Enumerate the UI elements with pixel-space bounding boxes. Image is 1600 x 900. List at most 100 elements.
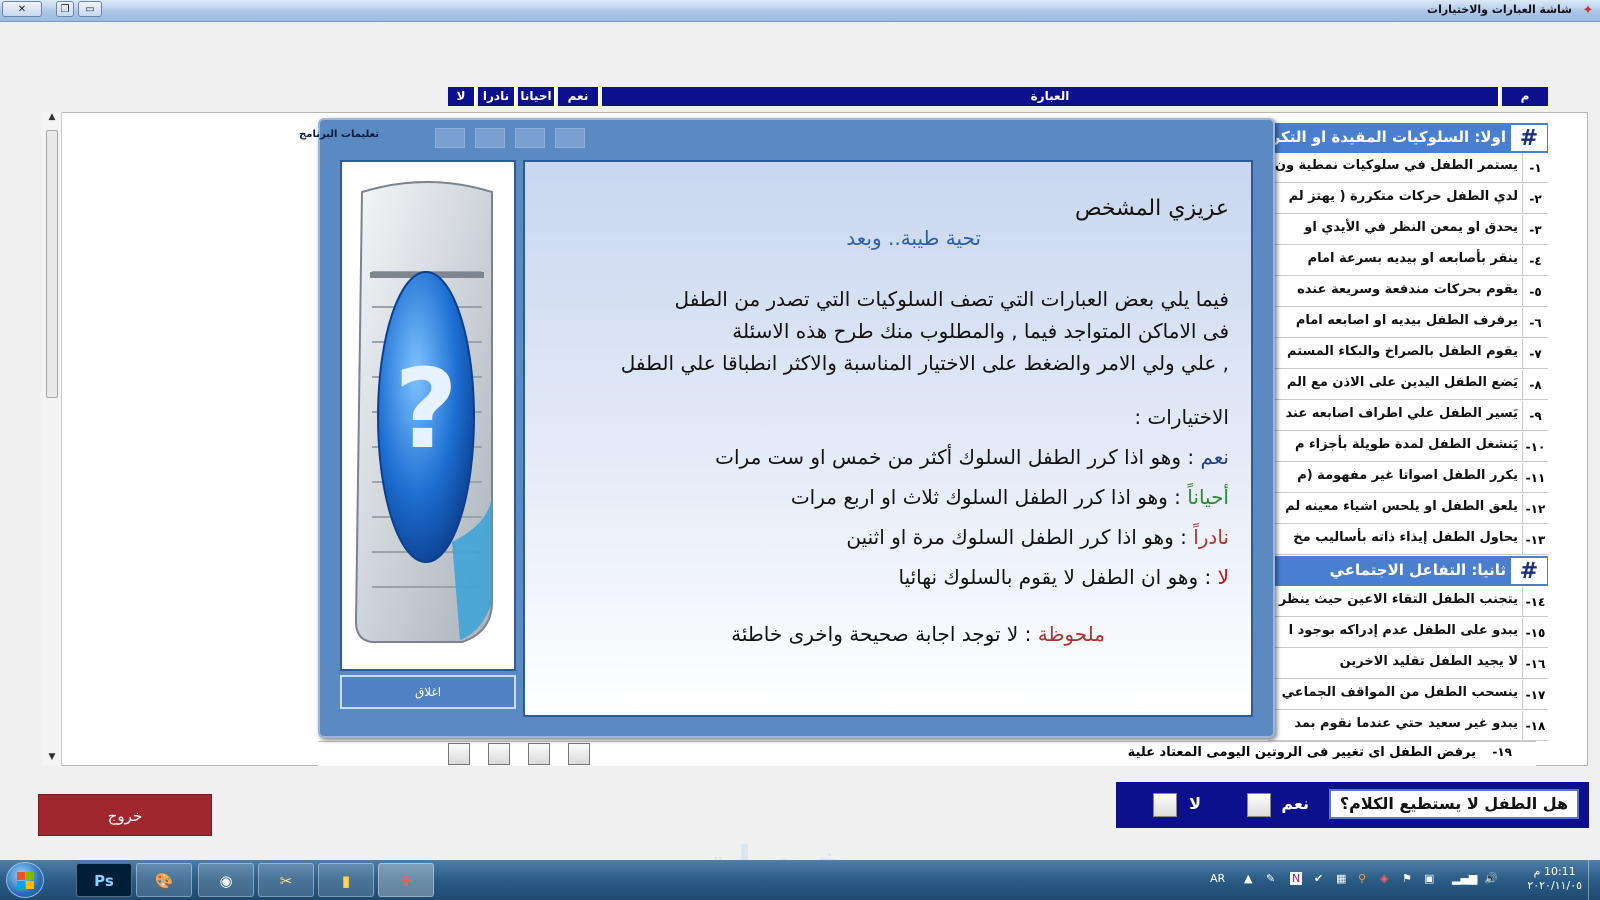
instructions-line-1: فيما يلي بعض العبارات التي تصف السلوكيات…: [674, 287, 1229, 311]
dialog-title: تعليمات البرنامج: [299, 129, 379, 140]
table-row[interactable]: يَضع الطفل اليدين على الاذن مع الم -٨: [1268, 370, 1548, 400]
table-row[interactable]: يستمر الطفل في سلوكيات نمطية ون -١: [1268, 153, 1548, 183]
row-number: -١٩: [1492, 745, 1512, 759]
tray-icon[interactable]: ✔: [1314, 872, 1323, 885]
choice-key: نادراً: [1193, 525, 1229, 549]
table-row[interactable]: يقوم الطفل بالصراخ والبكاء المستم -٧: [1268, 339, 1548, 369]
choice-rarely: نادراً : وهو اذا كرر الطفل السلوك مرة او…: [846, 525, 1229, 549]
language-indicator[interactable]: AR: [1210, 872, 1225, 885]
table-row[interactable]: يقوم بحركات مندفعة وسريعة عنده -٥: [1268, 277, 1548, 307]
volume-icon[interactable]: 🔊: [1484, 872, 1498, 885]
section-header-restricted-behaviors: اولا: السلوكيات المقيدة او التكر #: [1268, 123, 1548, 153]
exit-button[interactable]: خروج: [38, 794, 212, 836]
chrome-taskbar-button[interactable]: ◉: [198, 863, 254, 897]
table-row[interactable]: يحدق او يمعن النظر في الأيدي او -٣: [1268, 215, 1548, 245]
puzzle-app-taskbar-button[interactable]: ✚: [378, 863, 434, 897]
section-title: اولا: السلوكيات المقيدة او التكر: [1271, 128, 1506, 146]
no-checkbox[interactable]: [1153, 793, 1177, 817]
show-desktop-button[interactable]: [1588, 860, 1600, 900]
row-number: -١٠: [1522, 432, 1548, 462]
row-number: -١٢: [1522, 494, 1548, 524]
row-number: -٦: [1522, 308, 1548, 338]
speech-question-label: هل الطفل لا يستطيع الكلام؟: [1329, 789, 1579, 819]
header-num: م: [1502, 87, 1548, 106]
choice-desc: : وهو اذا كرر الطفل السلوك ثلاث او اربع …: [790, 485, 1188, 509]
start-button[interactable]: [6, 862, 44, 898]
table-scrollbar[interactable]: ▲ ▼: [42, 112, 62, 766]
tray-icon[interactable]: N: [1290, 872, 1303, 885]
table-row[interactable]: لدي الطفل حركات متكررة ( يهتز لم -٢: [1268, 184, 1548, 214]
header-rarely: نادرا: [478, 87, 516, 106]
question-document-icon: ?: [354, 181, 493, 643]
photoshop-taskbar-button[interactable]: Ps: [76, 863, 132, 897]
minimize-window-button[interactable]: ▭: [78, 1, 102, 17]
instructions-content: عزيزي المشخص تحية طيبة.. وبعد فيما يلي ب…: [523, 160, 1253, 717]
scroll-thumb[interactable]: [46, 130, 58, 398]
scroll-down-arrow-icon[interactable]: ▼: [42, 752, 62, 762]
answer-checkbox-sometimes[interactable]: [528, 743, 550, 765]
table-row[interactable]: يبدو على الطفل عدم إدراكه بوجود ا -١٥: [1268, 618, 1548, 648]
folder-taskbar-button[interactable]: ▮: [318, 863, 374, 897]
table-row[interactable]: يلعق الطفل او يلحس اشياء معينه لم -١٢: [1268, 494, 1548, 524]
salutation: تحية طيبة.. وبعد: [846, 226, 981, 250]
signal-icon[interactable]: ▂▄▆: [1452, 872, 1477, 885]
taskbar: Ps 🎨 ◉ ✂ ▮ ✚ AR ▲ ✎ N ✔ ▦ ⚲ ◈ ⚑ ▣ ▂▄▆ 🔊 …: [0, 860, 1600, 900]
row-number: -١٧: [1522, 680, 1548, 710]
row-text: يتجنب الطفل التقاء الاعين حيث ينظر: [1278, 592, 1518, 607]
tray-icon[interactable]: ▦: [1336, 872, 1346, 885]
table-row[interactable]: يكرر الطفل اصواتا غير مفهومة (م -١١: [1268, 463, 1548, 493]
answer-checkbox-rarely[interactable]: [488, 743, 510, 765]
tray-icon[interactable]: ▲: [1244, 872, 1252, 885]
note-key: ملحوظة: [1037, 622, 1105, 646]
row-text: لا يجيد الطفل تقليد الاخرين: [1339, 654, 1518, 669]
close-window-button[interactable]: ✕: [2, 1, 42, 17]
header-yes: نعم: [558, 87, 600, 106]
table-row[interactable]: لا يجيد الطفل تقليد الاخرين -١٦: [1268, 649, 1548, 679]
hash-icon: #: [1510, 557, 1548, 585]
tray-icon[interactable]: ⚲: [1358, 872, 1366, 885]
row-text: يبدو على الطفل عدم إدراكه بوجود ا: [1288, 623, 1518, 638]
app-puzzle-icon: ✦: [1582, 3, 1594, 18]
clock-time: 10:11 م: [1533, 865, 1576, 878]
answer-checkbox-no[interactable]: [448, 743, 470, 765]
answer-checkbox-yes[interactable]: [568, 743, 590, 765]
tools-taskbar-button[interactable]: ✂: [258, 863, 314, 897]
row-text: يبدو غير سعيد حتي عندما نقوم بمد: [1294, 716, 1518, 731]
table-row[interactable]: يَسير الطفل علي اطراف اصابعه عند -٩: [1268, 401, 1548, 431]
scroll-up-arrow-icon[interactable]: ▲: [42, 112, 62, 122]
choice-sometimes: أحياناً : وهو اذا كرر الطفل السلوك ثلاث …: [791, 485, 1229, 509]
row-number: -٢: [1522, 184, 1548, 214]
tray-icon[interactable]: ◈: [1380, 872, 1388, 885]
table-row[interactable]: ينقر بأصابعه او بيديه بسرعة امام -٤: [1268, 246, 1548, 276]
table-row[interactable]: يتجنب الطفل التقاء الاعين حيث ينظر -١٤: [1268, 587, 1548, 617]
table-row[interactable]: يبدو غير سعيد حتي عندما نقوم بمد -١٨: [1268, 711, 1548, 741]
choice-desc: : وهو اذا كرر الطفل السلوك أكثر من خمس ا…: [715, 445, 1201, 469]
tray-icon[interactable]: ▣: [1424, 872, 1434, 885]
row-number: -٥: [1522, 277, 1548, 307]
table-row[interactable]: ينسحب الطفل من المواقف الجماعي -١٧: [1268, 680, 1548, 710]
note: ملحوظة : لا توجد اجابة صحيحة واخرى خاطئة: [731, 622, 1105, 646]
row-text: يحدق او يمعن النظر في الأيدي او: [1304, 220, 1518, 235]
choice-no: لا : وهو ان الطفل لا يقوم بالسلوك نهائيا: [898, 565, 1229, 589]
restore-window-button[interactable]: ❐: [56, 1, 74, 17]
yes-checkbox[interactable]: [1247, 793, 1271, 817]
table-row[interactable]: يرفض الطفل اى تغيير فى الروتين اليومى ال…: [318, 741, 1536, 766]
close-dialog-button[interactable]: اغلاق: [340, 675, 516, 709]
choices-title: الاختيارات :: [1134, 405, 1229, 429]
row-number: -١٤: [1522, 587, 1548, 617]
row-text: يقوم الطفل بالصراخ والبكاء المستم: [1287, 344, 1518, 359]
row-text: يرفض الطفل اى تغيير فى الروتين اليومى ال…: [1127, 745, 1476, 760]
table-row[interactable]: يَنشغل الطفل لمدة طويلة بأجزاء م -١٠: [1268, 432, 1548, 462]
paint-taskbar-button[interactable]: 🎨: [136, 863, 192, 897]
table-row[interactable]: يرفرف الطفل بيديه او اصابعه امام -٦: [1268, 308, 1548, 338]
greeting: عزيزي المشخص: [1074, 196, 1229, 221]
windows-logo-icon: [26, 881, 34, 889]
choice-key: أحياناً: [1187, 485, 1229, 509]
tray-icon[interactable]: ⚑: [1402, 872, 1412, 885]
tray-icon[interactable]: ✎: [1266, 872, 1275, 885]
clock[interactable]: 10:11 م ٢٠٢٠/١١/٠٥: [1527, 865, 1582, 893]
instructions-line-3: , علي ولي الامر والضغط على الاختيار المن…: [620, 351, 1229, 375]
row-number: -٧: [1522, 339, 1548, 369]
table-row[interactable]: يحاول الطفل إيذاء ذاته بأساليب مخ -١٣: [1268, 525, 1548, 555]
header-no: لا: [448, 87, 476, 106]
